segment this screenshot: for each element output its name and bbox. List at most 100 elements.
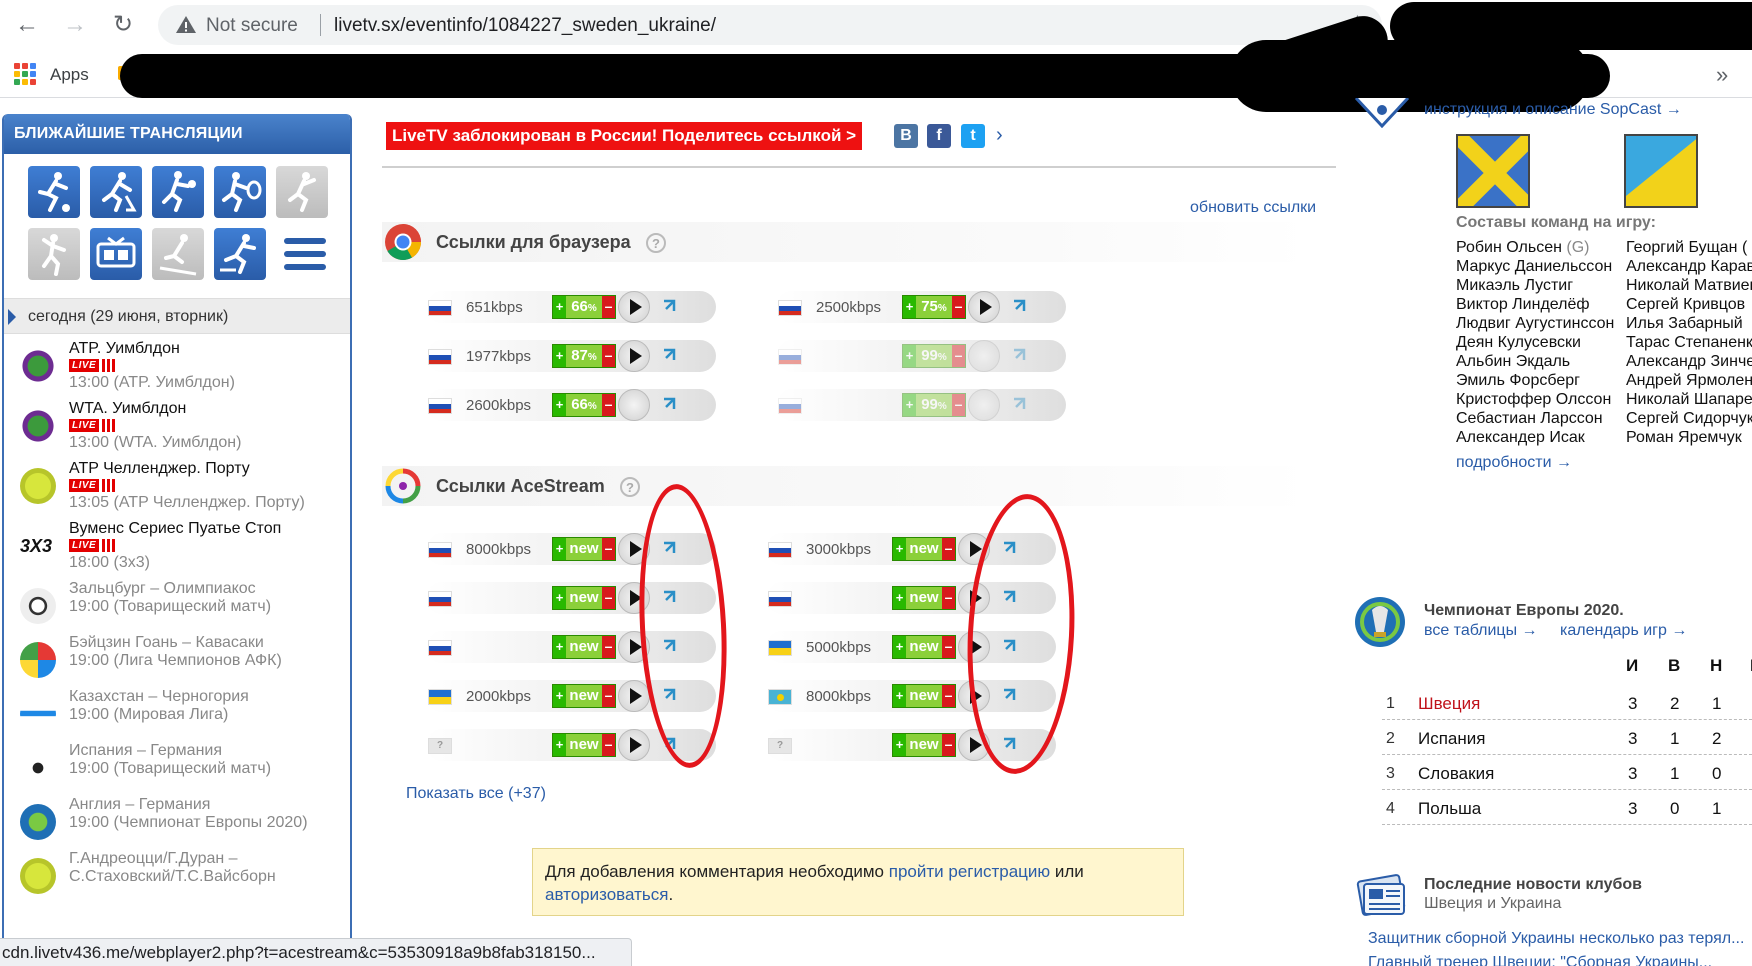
football-icon[interactable] — [28, 166, 80, 218]
team-name[interactable]: Польша — [1418, 799, 1481, 819]
apps-shortcut[interactable]: Apps — [50, 65, 89, 85]
upvote-button[interactable]: + — [903, 394, 916, 416]
player-name[interactable]: Георгий Бущан ( — [1626, 238, 1752, 257]
handball-icon[interactable] — [28, 228, 80, 280]
vk-share-button[interactable]: В — [894, 124, 918, 148]
event-item[interactable]: Г.Андреоцци/Г.Дуран – С.Стаховский/Т.С.Ва… — [4, 850, 350, 910]
team-name[interactable]: Словакия — [1418, 764, 1494, 784]
downvote-button[interactable]: – — [602, 538, 615, 560]
downvote-button[interactable]: – — [602, 587, 615, 609]
external-link-icon[interactable] — [1012, 299, 1026, 313]
downvote-button[interactable]: – — [952, 296, 965, 318]
downvote-button[interactable]: – — [602, 394, 615, 416]
skiing-icon[interactable] — [152, 228, 204, 280]
apps-grid-icon[interactable] — [14, 63, 36, 85]
upvote-button[interactable]: + — [553, 636, 566, 658]
address-bar[interactable]: Not secure livetv.sx/eventinfo/1084227_s… — [158, 5, 1382, 45]
news-link[interactable]: Защитник сборной Украины несколько раз т… — [1368, 930, 1744, 948]
upvote-button[interactable]: + — [553, 394, 566, 416]
player-name[interactable]: Андрей Ярмолен — [1626, 371, 1752, 390]
more-bookmarks-icon[interactable]: » — [1716, 62, 1728, 88]
upvote-button[interactable]: + — [553, 685, 566, 707]
event-item[interactable]: Бэйцзин Гоань – Кавасаки 19:00 (Лига Чемп… — [4, 634, 350, 694]
event-item[interactable]: Испания – Германия 19:00 (Товарищеский ма… — [4, 742, 350, 802]
downvote-button[interactable]: – — [942, 636, 955, 658]
team-name[interactable]: Швеция — [1418, 694, 1480, 714]
external-link-icon[interactable] — [1012, 348, 1026, 362]
external-link-icon[interactable] — [662, 348, 676, 362]
player-name[interactable]: Виктор Линделёф — [1456, 295, 1614, 314]
player-name[interactable]: Деян Кулусевски — [1456, 333, 1614, 352]
event-title[interactable]: WTA. Уимблдон — [69, 400, 186, 418]
show-all-links[interactable]: Показать все (+37) — [406, 785, 546, 803]
standings-row[interactable]: 3Словакия3102 — [1382, 756, 1752, 790]
twitter-share-button[interactable]: t — [961, 124, 985, 148]
back-arrow-icon[interactable]: ← — [10, 8, 44, 42]
downvote-button[interactable]: – — [952, 394, 965, 416]
downvote-button[interactable]: – — [942, 685, 955, 707]
downvote-button[interactable]: – — [602, 734, 615, 756]
player-name[interactable]: Роман Яремчук — [1626, 428, 1752, 447]
facebook-share-button[interactable]: f — [927, 124, 951, 148]
basketball-icon[interactable] — [152, 166, 204, 218]
player-name[interactable]: Робин Ольсен (G) — [1456, 238, 1614, 257]
help-icon[interactable]: ? — [646, 233, 666, 253]
event-item[interactable]: WTA. Уимблдон LIVE 13:00 (WTA. Уимблдон) — [4, 400, 350, 460]
player-name[interactable]: Илья Забарный — [1626, 314, 1752, 333]
forward-arrow-icon[interactable]: → — [58, 8, 92, 42]
player-name[interactable]: Эмиль Форсберг — [1456, 371, 1614, 390]
volleyball-icon[interactable] — [276, 166, 328, 218]
upvote-button[interactable]: + — [893, 636, 906, 658]
ukraine-flag-icon[interactable] — [1624, 134, 1698, 208]
player-name[interactable]: Альбин Экдаль — [1456, 352, 1614, 371]
event-item[interactable]: ATP. Уимблдон LIVE 13:00 (ATP. Уимблдон) — [4, 340, 350, 400]
more-share-icon[interactable]: › — [996, 124, 1003, 147]
hockey-icon[interactable] — [90, 166, 142, 218]
player-name[interactable]: Александер Исак — [1456, 428, 1614, 447]
team-name[interactable]: Испания — [1418, 729, 1485, 749]
event-title[interactable]: Бэйцзин Гоань – Кавасаки — [69, 634, 264, 652]
tv-broadcast-icon[interactable] — [90, 228, 142, 280]
player-name[interactable]: Сергей Кривцов — [1626, 295, 1752, 314]
event-title[interactable]: Казахстан – Черногория — [69, 688, 249, 706]
player-name[interactable]: Николай Шапарен — [1626, 390, 1752, 409]
athletics-icon[interactable] — [214, 228, 266, 280]
menu-hamburger-icon[interactable] — [284, 238, 326, 274]
player-name[interactable]: Людвиг Аугустинссон — [1456, 314, 1614, 333]
downvote-button[interactable]: – — [602, 345, 615, 367]
russia-block-banner[interactable]: LiveTV заблокирован в России! Поделитесь… — [386, 122, 863, 150]
upvote-button[interactable]: + — [903, 296, 916, 318]
upvote-button[interactable]: + — [893, 734, 906, 756]
stream-link-row[interactable]: +99% – — [756, 339, 1086, 373]
event-title[interactable]: ATP. Уимблдон — [69, 340, 180, 358]
security-label[interactable]: Not secure — [206, 15, 298, 37]
player-name[interactable]: Александр Зинче — [1626, 352, 1752, 371]
event-item[interactable]: Зальцбург – Олимпиакос 19:00 (Товарищески… — [4, 580, 350, 640]
register-link[interactable]: пройти регистрацию — [889, 862, 1050, 881]
stream-link-row[interactable]: +99% – — [756, 388, 1086, 422]
upvote-button[interactable]: + — [553, 587, 566, 609]
event-item[interactable]: Казахстан – Черногория 19:00 (Мировая Лиг… — [4, 688, 350, 748]
player-name[interactable]: Александр Карав — [1626, 257, 1752, 276]
event-title[interactable]: ATP Челленджер. Порту — [69, 460, 250, 478]
external-link-icon[interactable] — [1012, 397, 1026, 411]
player-name[interactable]: Микаэль Лустиг — [1456, 276, 1614, 295]
standings-row[interactable]: 1Швеция3210 — [1382, 686, 1752, 720]
sweden-flag-icon[interactable] — [1456, 134, 1530, 208]
upvote-button[interactable]: + — [893, 685, 906, 707]
tennis-icon[interactable] — [214, 166, 266, 218]
help-icon[interactable]: ? — [620, 477, 640, 497]
event-title[interactable]: Зальцбург – Олимпиакос — [69, 580, 256, 598]
player-name[interactable]: Тарас Степаненк — [1626, 333, 1752, 352]
reload-icon[interactable]: ↻ — [106, 8, 140, 42]
url-text[interactable]: livetv.sx/eventinfo/1084227_sweden_ukrai… — [334, 15, 716, 37]
player-name[interactable]: Кристоффер Олссон — [1456, 390, 1614, 409]
upvote-button[interactable]: + — [553, 296, 566, 318]
play-icon[interactable] — [618, 340, 650, 372]
event-title[interactable]: Вуменс Сериес Пуатье Стоп — [69, 520, 281, 538]
downvote-button[interactable]: – — [942, 734, 955, 756]
loading-circle-icon[interactable] — [618, 389, 650, 421]
loading-circle-icon[interactable] — [968, 340, 1000, 372]
match-calendar-link[interactable]: календарь игр → — [1560, 622, 1687, 640]
upvote-button[interactable]: + — [893, 538, 906, 560]
